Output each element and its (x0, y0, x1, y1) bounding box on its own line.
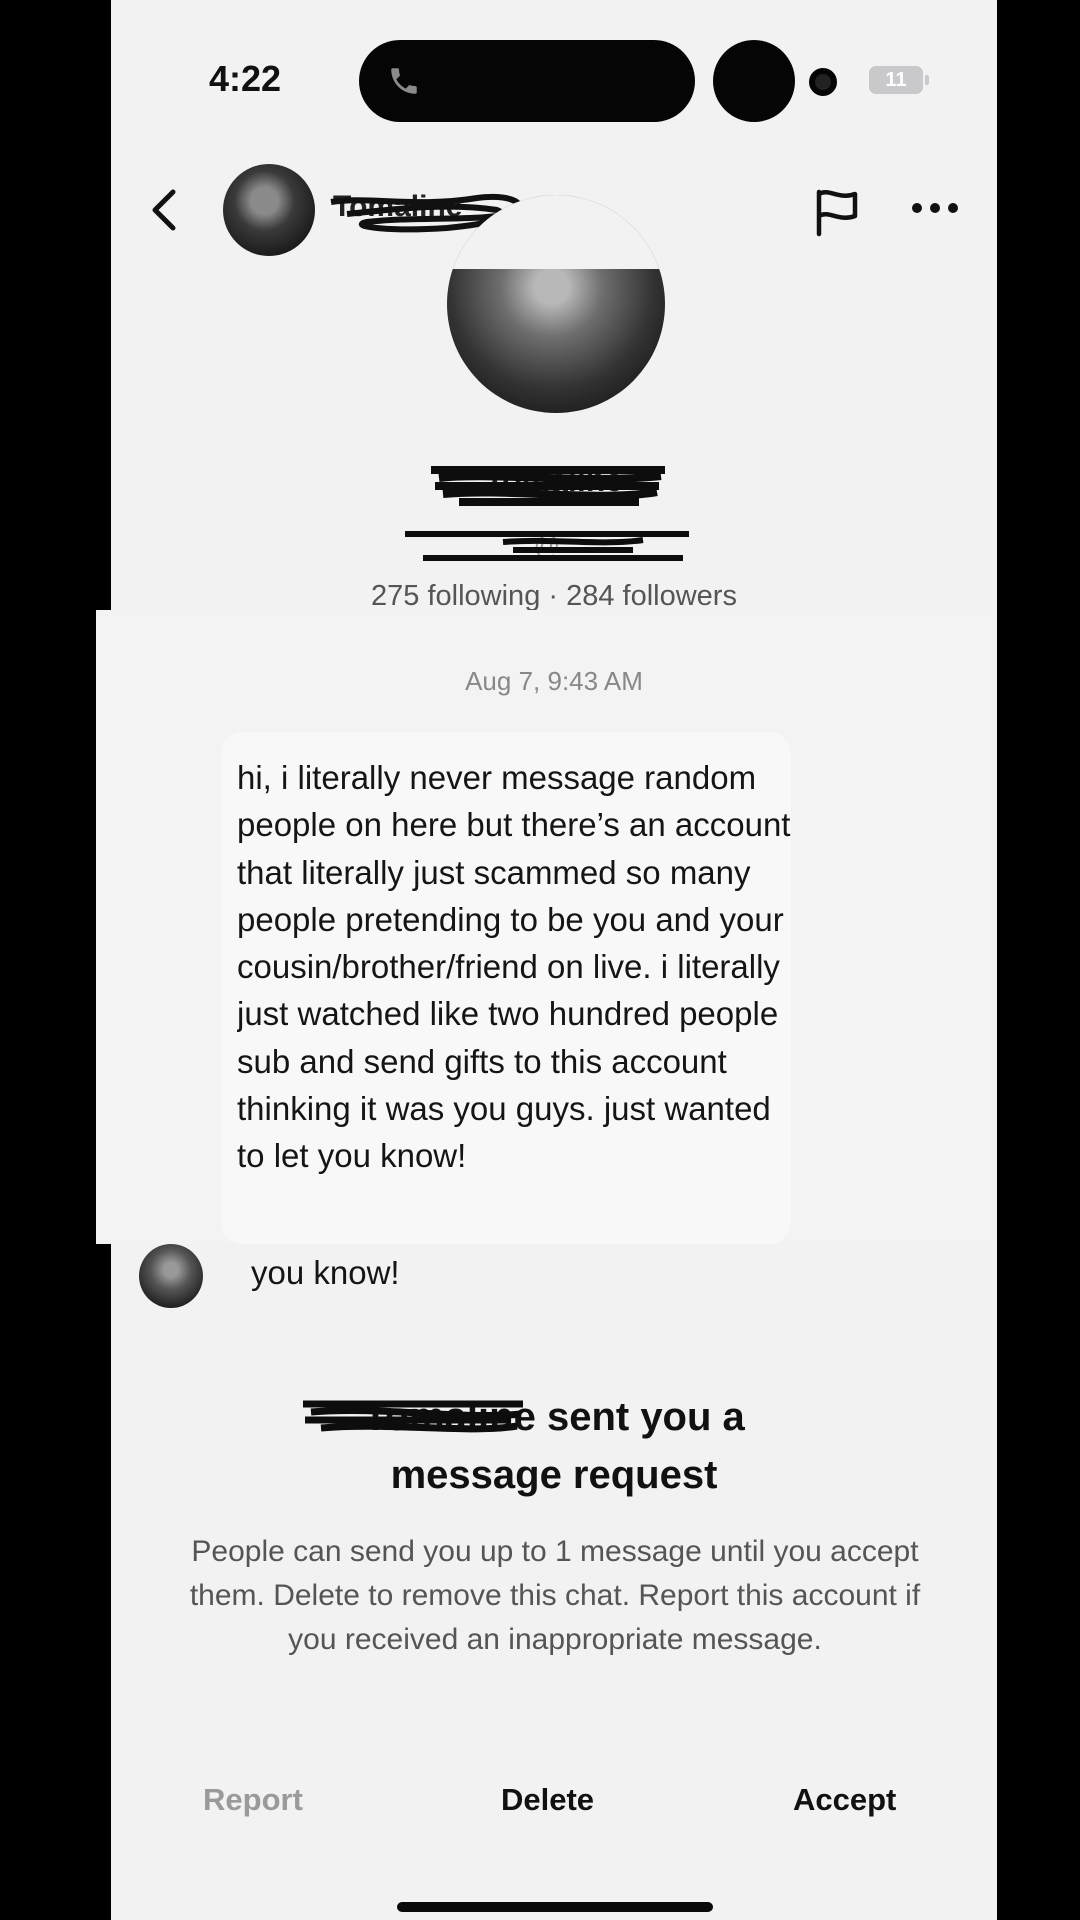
battery-level: 11 (885, 69, 907, 91)
flag-icon[interactable] (811, 186, 861, 238)
request-title-line2: message request (390, 1453, 718, 1497)
follow-stats: 275 following · 284 followers (371, 580, 737, 612)
header-avatar[interactable] (223, 164, 315, 256)
request-actions: Report Delete Accept (111, 1782, 997, 1832)
more-options-icon[interactable] (911, 200, 959, 216)
report-button[interactable]: Report (203, 1782, 303, 1818)
dynamic-island (359, 40, 695, 122)
request-title-suffix: sent you a (546, 1395, 745, 1439)
request-area: you know! Tomaline sent you a message re… (111, 1244, 997, 1920)
message-tail: you know! (251, 1254, 400, 1291)
back-chevron-icon[interactable] (145, 186, 185, 234)
redaction-scribble (405, 531, 689, 561)
delete-button[interactable]: Delete (501, 1782, 594, 1818)
profile-avatar[interactable] (447, 195, 665, 413)
message-panel (96, 610, 994, 1244)
camera-cutout (713, 40, 795, 122)
sender-avatar[interactable] (139, 1244, 203, 1308)
request-description: People can send you up to 1 message unti… (189, 1535, 921, 1656)
privacy-indicator-icon (809, 68, 837, 96)
request-title: Tomaline sent you a message request (111, 1388, 997, 1504)
home-indicator[interactable] (397, 1902, 713, 1912)
battery-icon: 11 (869, 66, 929, 94)
redaction-scribble (303, 1400, 523, 1433)
status-time: 4:22 (209, 58, 282, 99)
phone-call-icon (391, 68, 417, 94)
redaction-scribble (431, 466, 665, 506)
accept-button[interactable]: Accept (793, 1782, 896, 1818)
